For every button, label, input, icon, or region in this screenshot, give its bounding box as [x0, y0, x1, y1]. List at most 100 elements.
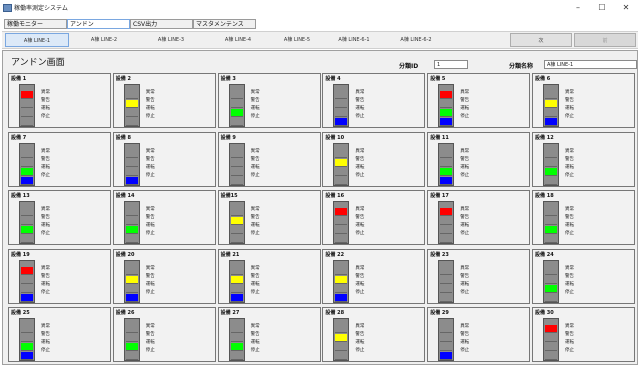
menu-andon[interactable]: アンドン — [67, 19, 130, 29]
equipment-cell[interactable]: 設備 22 異常 警告 運転 停止 — [322, 248, 426, 304]
equipment-cell[interactable]: 設備 8 異常 警告 運転 停止 — [112, 131, 216, 187]
minimize-button[interactable]: – — [568, 2, 588, 14]
equipment-cell[interactable]: 設備 6 異常 警告 運転 停止 — [532, 73, 635, 128]
next-button[interactable]: 次 — [510, 33, 572, 47]
signal-lamp — [440, 149, 453, 158]
signal-lamp — [335, 343, 348, 351]
menu-monitor[interactable]: 稼働モニター — [4, 19, 67, 29]
status-legend: 異常 警告 運転 停止 — [41, 148, 50, 180]
status-label: 停止 — [460, 289, 470, 295]
signal-lamp — [21, 343, 33, 351]
equipment-cell[interactable]: 設備 9 異常 警告 運転 停止 — [217, 131, 321, 187]
equipment-cell[interactable]: 設備 17 異常 警告 運転 停止 — [427, 190, 531, 245]
equipment-name: 設備 27 — [220, 310, 240, 316]
category-name-field[interactable]: A棟 LINE-1 — [544, 60, 637, 69]
signal-lamp — [230, 235, 243, 243]
equipment-cell[interactable]: 設備 23 異常 警告 運転 停止 — [427, 248, 531, 304]
signal-tower-icon — [228, 318, 245, 361]
equipment-cell[interactable]: 設備 18 異常 警告 運転 停止 — [532, 190, 635, 245]
signal-lamp — [440, 217, 453, 225]
signal-lamp — [125, 266, 138, 275]
signal-lamp — [230, 118, 243, 126]
status-label: 警告 — [41, 215, 50, 220]
prev-button[interactable]: 前 — [574, 33, 636, 47]
status-label: 運転 — [460, 164, 470, 170]
equipment-cell[interactable]: 設備 26 異常 警告 運転 停止 — [112, 307, 216, 362]
equipment-cell[interactable]: 設備 21 異常 警告 運転 停止 — [217, 248, 321, 304]
status-label: 異常 — [565, 265, 574, 271]
equipment-cell[interactable]: 設備 11 異常 警告 運転 停止 — [427, 131, 531, 187]
equipment-cell[interactable]: 設備 10 異常 警告 運転 停止 — [322, 131, 426, 187]
status-label: 異常 — [145, 207, 155, 212]
line-tab-3[interactable]: A棟 LINE-3 — [139, 33, 203, 47]
equipment-cell[interactable]: 設備 1 異常 警告 運転 停止 — [8, 73, 111, 128]
status-label: 異常 — [41, 324, 50, 329]
close-button[interactable]: ✕ — [616, 2, 636, 14]
status-label: 運転 — [145, 340, 155, 345]
signal-lamp — [230, 343, 243, 351]
equipment-cell[interactable]: 設備 4 異常 警告 運転 停止 — [322, 73, 426, 128]
menu-csv-export[interactable]: CSV出力 — [130, 19, 193, 29]
equipment-cell[interactable]: 設備 25 異常 警告 運転 停止 — [8, 307, 111, 362]
signal-lamp — [440, 352, 453, 360]
menu-master-maintenance[interactable]: マスタメンテンス — [193, 19, 256, 29]
line-tab-2[interactable]: A棟 LINE-2 — [72, 33, 136, 47]
line-tab-6-1[interactable]: A棟 LINE-6-1 — [322, 33, 386, 47]
status-label: 警告 — [565, 156, 574, 162]
status-label: 異常 — [355, 324, 365, 329]
equipment-cell[interactable]: 設備 20 異常 警告 運転 停止 — [112, 248, 216, 304]
signal-lamp — [335, 167, 348, 176]
category-id-field[interactable]: 1 — [434, 60, 468, 69]
status-label: 異常 — [355, 148, 365, 154]
signal-lamp — [335, 91, 348, 99]
equipment-cell[interactable]: 設備 13 異常 警告 運転 停止 — [8, 190, 111, 245]
signal-lamp — [125, 91, 138, 99]
status-label: 停止 — [355, 348, 365, 353]
equipment-cell[interactable]: 設備 7 異常 警告 運転 停止 — [8, 131, 111, 187]
signal-lamp — [335, 100, 348, 108]
signal-lamp — [230, 176, 243, 185]
menu-bar: 稼働モニター アンドン CSV出力 マスタメンテンス — [0, 18, 640, 30]
status-label: 警告 — [250, 215, 260, 220]
equipment-cell[interactable]: 設備 2 異常 警告 運転 停止 — [112, 73, 216, 128]
signal-lamp — [125, 235, 138, 243]
equipment-cell[interactable]: 設備 19 異常 警告 運転 停止 — [8, 248, 111, 304]
status-legend: 異常 警告 運転 停止 — [146, 206, 155, 238]
signal-lamp — [230, 293, 243, 302]
status-label: 異常 — [145, 90, 155, 95]
line-tab-4[interactable]: A棟 LINE-4 — [206, 33, 270, 47]
status-legend: 異常 警告 運転 停止 — [146, 148, 155, 180]
status-label: 運転 — [355, 223, 365, 228]
signal-lamp — [440, 176, 453, 185]
equipment-cell[interactable]: 設備15 異常 警告 運転 停止 — [217, 190, 321, 245]
status-label: 警告 — [460, 273, 470, 279]
line-tab-1[interactable]: A棟 LINE-1 — [5, 33, 69, 47]
equipment-cell[interactable]: 設備 5 異常 警告 運転 停止 — [427, 73, 531, 128]
equipment-name: 設備 23 — [430, 251, 449, 258]
status-label: 停止 — [250, 172, 260, 178]
line-tab-5[interactable]: A棟 LINE-5 — [265, 33, 329, 47]
equipment-cell[interactable]: 設備 30 異常 警告 運転 停止 — [532, 307, 635, 362]
signal-lamp — [125, 325, 138, 333]
signal-lamp — [440, 266, 453, 275]
line-tab-6-2[interactable]: A棟 LINE-6-2 — [384, 33, 448, 47]
equipment-cell[interactable]: 設備 24 異常 警告 運転 停止 — [532, 248, 635, 304]
status-label: 異常 — [565, 90, 574, 95]
equipment-cell[interactable]: 設備 29 異常 警告 運転 停止 — [427, 307, 531, 362]
equipment-cell[interactable]: 設備 14 異常 警告 運転 停止 — [112, 190, 216, 245]
status-legend: 異常 警告 運転 停止 — [41, 89, 50, 121]
equipment-cell[interactable]: 設備 27 異常 警告 運転 停止 — [217, 307, 321, 362]
maximize-button[interactable]: ☐ — [592, 2, 612, 14]
equipment-cell[interactable]: 設備 12 異常 警告 運転 停止 — [532, 131, 635, 187]
signal-lamp — [440, 100, 453, 108]
status-label: 運転 — [41, 340, 50, 345]
equipment-cell[interactable]: 設備 16 異常 警告 運転 停止 — [322, 190, 426, 245]
signal-lamp — [335, 235, 348, 243]
signal-lamp — [21, 118, 33, 126]
equipment-cell[interactable]: 設備 3 異常 警告 運転 停止 — [217, 73, 321, 128]
status-legend: 異常 警告 運転 停止 — [355, 323, 364, 355]
status-label: 警告 — [41, 156, 50, 162]
signal-lamp — [440, 91, 453, 99]
equipment-cell[interactable]: 設備 28 異常 警告 運転 停止 — [322, 307, 426, 362]
status-label: 異常 — [460, 324, 470, 329]
